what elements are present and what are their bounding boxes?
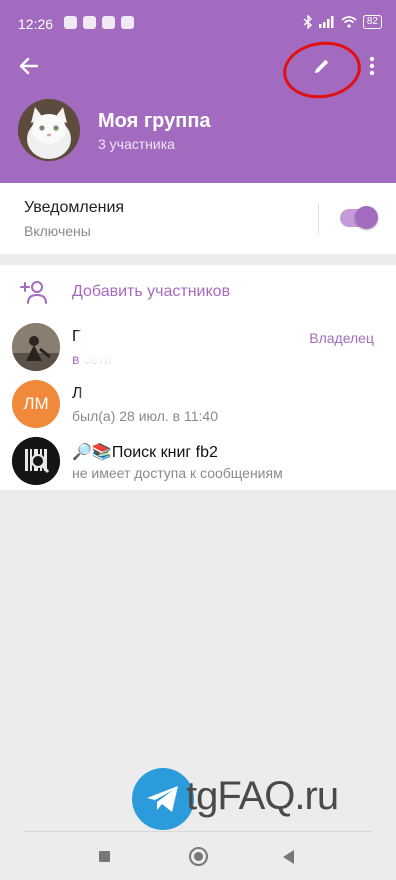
cat-photo-icon xyxy=(18,99,80,161)
group-title: Моя группа xyxy=(98,110,211,132)
avatar: ЛМ xyxy=(12,380,60,428)
member-status: был(а) 28 июл. в 11:40 xyxy=(72,408,218,424)
system-back-button[interactable] xyxy=(283,850,294,864)
member-status: не имеет доступа к сообщениям xyxy=(72,465,283,481)
signal-icon xyxy=(318,16,334,28)
redaction-blur xyxy=(82,382,202,404)
watermark: tgFAQ.ru xyxy=(132,768,362,830)
divider xyxy=(318,203,319,235)
status-bar: 12:26 82 xyxy=(0,0,396,46)
avatar xyxy=(12,323,60,371)
chat-info-header: 12:26 82 Моя группа 3 участника xyxy=(0,0,396,183)
home-button[interactable] xyxy=(189,847,208,866)
system-navigation-bar xyxy=(0,832,396,880)
owner-badge: Владелец xyxy=(309,330,374,346)
toggle-knob xyxy=(355,206,378,229)
notifications-label: Уведомления xyxy=(24,199,125,216)
recents-button[interactable] xyxy=(99,851,110,862)
app-notification-icon xyxy=(102,16,115,29)
app-notification-icon xyxy=(121,16,134,29)
avatar xyxy=(12,437,60,485)
person-photo-icon xyxy=(12,323,60,371)
redaction-blur xyxy=(80,325,210,365)
group-avatar[interactable] xyxy=(18,99,80,161)
notifications-toggle[interactable] xyxy=(340,206,378,229)
app-notification-icon xyxy=(64,16,77,29)
telegram-logo xyxy=(132,768,194,830)
telegram-icon xyxy=(147,786,178,812)
wifi-icon xyxy=(341,16,357,28)
member-name: Л xyxy=(72,385,83,402)
system-status-icons: 82 xyxy=(303,15,382,29)
app-notification-icon xyxy=(83,16,96,29)
battery-indicator: 82 xyxy=(362,15,382,29)
notifications-state: Включены xyxy=(24,223,91,239)
bluetooth-icon xyxy=(303,15,312,29)
add-members-label: Добавить участников xyxy=(72,283,231,300)
search-books-logo-icon xyxy=(12,437,60,485)
back-arrow-icon xyxy=(19,57,38,75)
member-row[interactable]: ЛМ Л был(а) 28 июл. в 11:40 xyxy=(0,376,396,430)
notifications-row[interactable]: Уведомления Включены xyxy=(0,183,396,254)
member-count: 3 участника xyxy=(98,136,175,152)
add-user-icon xyxy=(20,281,47,304)
member-row[interactable]: Г в сети Владелец xyxy=(0,319,396,373)
member-row[interactable]: 🔎📚Поиск книг fb2 не имеет доступа к сооб… xyxy=(0,433,396,487)
status-time: 12:26 xyxy=(18,16,54,32)
watermark-text: tgFAQ.ru xyxy=(186,774,339,818)
members-list: Добавить участников Г в сети Владелец ЛМ… xyxy=(0,265,396,490)
more-vert-icon xyxy=(369,56,375,76)
add-members-button[interactable]: Добавить участников xyxy=(0,265,396,319)
notification-icons xyxy=(64,16,134,29)
back-button[interactable] xyxy=(10,50,46,82)
more-options-button[interactable] xyxy=(360,50,384,82)
member-name: 🔎📚Поиск книг fb2 xyxy=(72,444,218,461)
annotation-red-circle xyxy=(279,36,365,104)
